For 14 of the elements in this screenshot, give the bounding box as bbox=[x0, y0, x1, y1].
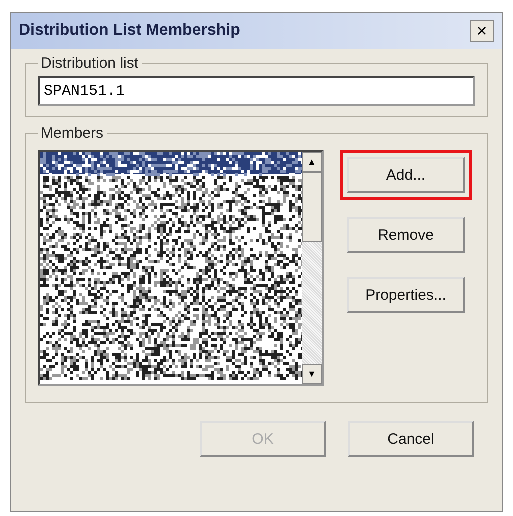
scrollbar[interactable]: ▲ ▼ bbox=[302, 152, 322, 384]
list-box[interactable]: ▲ ▼ bbox=[38, 150, 324, 386]
dialog-button[interactable]: Cancel bbox=[348, 421, 474, 457]
action-button[interactable]: Properties... bbox=[347, 277, 465, 313]
scroll-down-button[interactable]: ▼ bbox=[302, 364, 322, 384]
scroll-up-button[interactable]: ▲ bbox=[302, 152, 322, 172]
action-button[interactable]: Remove bbox=[347, 217, 465, 253]
group-label: Members bbox=[40, 125, 105, 142]
close-button[interactable]: × bbox=[470, 20, 494, 42]
input-field[interactable]: SPAN151.1 bbox=[38, 76, 475, 106]
window-title: Distribution List Membership bbox=[19, 22, 240, 40]
group-label: Distribution list bbox=[40, 55, 140, 72]
action-button[interactable]: Add... bbox=[347, 157, 465, 193]
scroll-thumb[interactable] bbox=[302, 172, 322, 242]
